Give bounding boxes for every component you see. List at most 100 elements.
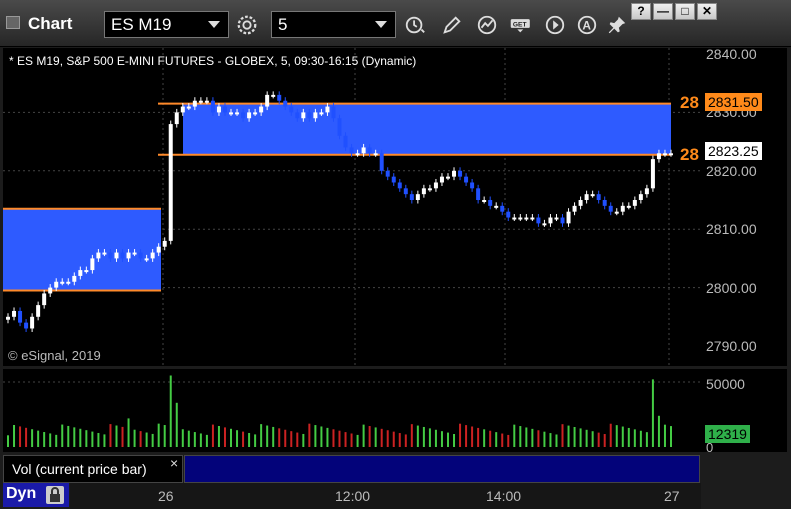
candle-body: [433, 182, 438, 189]
candle-body: [277, 94, 282, 101]
price-chart[interactable]: * ES M19, S&P 500 E-MINI FUTURES - GLOBE…: [3, 48, 701, 366]
play-button[interactable]: [541, 11, 569, 38]
watermark: © eSignal, 2019: [8, 348, 101, 363]
candle-body: [548, 217, 553, 224]
price-chart-canvas[interactable]: [3, 48, 701, 366]
candle-body: [415, 194, 420, 200]
get-data-button[interactable]: GET: [506, 11, 536, 38]
candle-body: [626, 205, 631, 208]
symbol-selector[interactable]: ES M19: [104, 11, 229, 38]
chart-app-icon: [6, 16, 20, 29]
time-axis[interactable]: 26 12:00 14:00 27: [70, 483, 701, 509]
gear-icon: [237, 15, 257, 34]
candle-body: [524, 217, 529, 220]
candle-body: [42, 293, 47, 306]
zone-line-label: 28: [680, 145, 699, 164]
candle-body: [476, 188, 481, 200]
clock-icon: [405, 16, 425, 33]
price-tick: 2840.00: [706, 46, 757, 62]
candle-body: [506, 211, 511, 218]
candle-body: [48, 287, 53, 294]
price-axis[interactable]: 2840.00 2830.00 2820.00 2810.00 2800.00 …: [701, 46, 787, 366]
restore-button[interactable]: □: [675, 3, 695, 20]
candle-body: [343, 135, 348, 148]
candle-body: [283, 100, 288, 107]
candle-body: [271, 94, 276, 97]
volume-chart[interactable]: [3, 369, 701, 452]
link-button[interactable]: [603, 11, 631, 38]
candle-body: [78, 270, 83, 276]
pin-icon: [608, 16, 626, 33]
interval-selector[interactable]: 5: [271, 11, 396, 38]
time-tick: 12:00: [335, 488, 371, 504]
candle-body: [84, 270, 89, 273]
candle-body: [349, 147, 354, 154]
candle-body: [150, 252, 155, 259]
lock-icon[interactable]: [46, 486, 64, 504]
candle-body: [96, 252, 101, 259]
candle-body: [132, 252, 137, 255]
symbol-value: ES M19: [111, 15, 172, 34]
candle-body: [560, 217, 565, 224]
draw-tool-button[interactable]: [438, 11, 466, 38]
studies-button[interactable]: [473, 11, 501, 38]
candle-body: [464, 176, 469, 183]
candle-body: [602, 200, 607, 206]
candle-body: [222, 106, 227, 113]
candle-body: [572, 205, 577, 212]
candle-body: [566, 211, 571, 224]
time-template-button[interactable]: [401, 11, 429, 38]
candle-body: [656, 153, 661, 160]
candle-body: [6, 316, 10, 320]
candle-body: [30, 316, 35, 329]
candle-body: [265, 94, 270, 107]
candle-body: [247, 112, 252, 119]
candle-body: [614, 211, 619, 214]
candle-body: [12, 310, 17, 317]
candle-body: [331, 106, 336, 119]
candle-body: [114, 252, 119, 259]
study-chart-icon: [477, 15, 497, 34]
volume-chart-canvas[interactable]: [3, 369, 701, 452]
zone-line-label: 28: [680, 93, 699, 112]
candle-body: [66, 281, 71, 284]
candle-body: [186, 106, 191, 109]
candle-body: [373, 153, 378, 156]
candle-body: [241, 112, 246, 119]
candle-body: [108, 252, 113, 259]
candle-body: [90, 258, 95, 271]
candle-body: [379, 153, 384, 171]
candle-body: [494, 205, 499, 208]
candle-body: [36, 305, 41, 317]
candle-body: [403, 188, 408, 195]
close-indicator-icon[interactable]: ×: [170, 455, 178, 471]
candle-body: [488, 200, 493, 206]
minimize-button[interactable]: —: [653, 3, 673, 20]
candle-body: [367, 147, 372, 154]
candle-body: [138, 252, 143, 259]
close-button[interactable]: ✕: [697, 3, 717, 20]
symbol-settings-button[interactable]: [233, 11, 261, 38]
candle-body: [427, 188, 432, 191]
get-icon: GET: [510, 18, 530, 32]
help-button[interactable]: ?: [631, 3, 651, 20]
candle-body: [590, 194, 595, 197]
candle-body: [361, 147, 366, 154]
candle-body: [162, 240, 167, 247]
candle-body: [608, 205, 613, 212]
candle-body: [578, 200, 583, 206]
indicator-label[interactable]: Vol (current price bar): [3, 455, 183, 483]
candle-body: [385, 170, 390, 177]
candle-body: [439, 176, 444, 183]
candle-body: [650, 159, 655, 189]
dynamic-mode-indicator[interactable]: Dyn: [3, 483, 69, 507]
chart-description: * ES M19, S&P 500 E-MINI FUTURES - GLOBE…: [9, 54, 417, 68]
range-zone: [3, 208, 161, 291]
chevron-down-icon: [208, 21, 220, 28]
candle-body: [235, 112, 240, 115]
candle-body: [54, 281, 59, 288]
volume-axis[interactable]: 50000 0 12319: [701, 369, 787, 455]
alerts-button[interactable]: A: [573, 11, 601, 38]
price-tick: 2800.00: [706, 280, 757, 296]
chevron-down-icon: [375, 21, 387, 28]
